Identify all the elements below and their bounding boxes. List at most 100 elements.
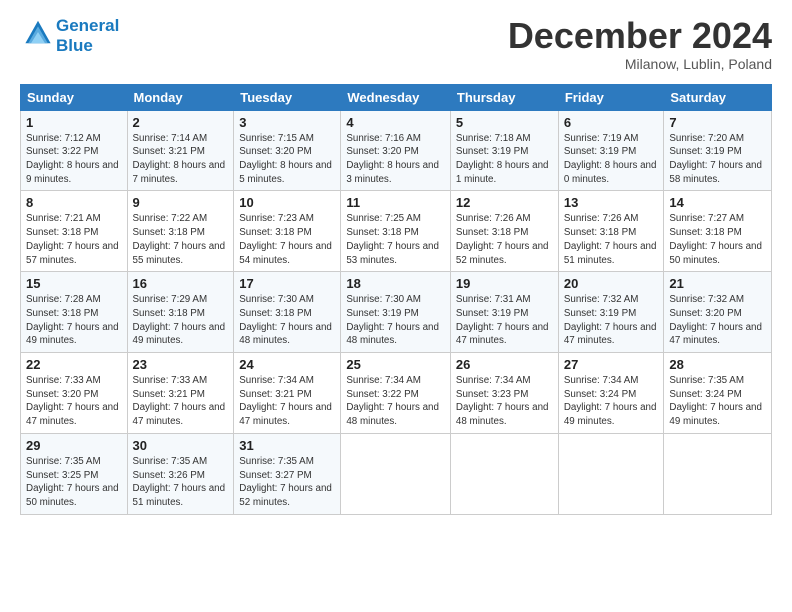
weekday-header-saturday: Saturday <box>664 84 772 110</box>
calendar-cell: 17 Sunrise: 7:30 AMSunset: 3:18 PMDayligh… <box>234 272 341 353</box>
day-number: 20 <box>564 276 659 291</box>
day-number: 14 <box>669 195 766 210</box>
weekday-header-tuesday: Tuesday <box>234 84 341 110</box>
day-info: Sunrise: 7:29 AMSunset: 3:18 PMDaylight:… <box>133 293 229 348</box>
calendar-cell: 27 Sunrise: 7:34 AMSunset: 3:24 PMDayligh… <box>558 353 664 434</box>
calendar-cell: 5Sunrise: 7:18 AMSunset: 3:19 PMDaylight… <box>450 110 558 191</box>
calendar-cell: 14 Sunrise: 7:27 AMSunset: 3:18 PMDayligh… <box>664 191 772 272</box>
calendar-cell: 21 Sunrise: 7:32 AMSunset: 3:20 PMDayligh… <box>664 272 772 353</box>
calendar-cell: 28Sunrise: 7:35 AMSunset: 3:24 PMDayligh… <box>664 353 772 434</box>
calendar-week-2: 8Sunrise: 7:21 AMSunset: 3:18 PMDaylight… <box>21 191 772 272</box>
calendar-cell: 20 Sunrise: 7:32 AMSunset: 3:19 PMDayligh… <box>558 272 664 353</box>
day-info: Sunrise: 7:23 AMSunset: 3:18 PMDaylight:… <box>239 212 335 267</box>
day-number: 7 <box>669 115 766 130</box>
day-info: Sunrise: 7:34 AMSunset: 3:22 PMDaylight:… <box>346 374 445 429</box>
calendar-table: SundayMondayTuesdayWednesdayThursdayFrid… <box>20 84 772 515</box>
day-info: Sunrise: 7:28 AMSunset: 3:18 PMDaylight:… <box>26 293 122 348</box>
day-number: 24 <box>239 357 335 372</box>
day-number: 31 <box>239 438 335 453</box>
logo-icon <box>24 18 52 46</box>
calendar-cell: 7 Sunrise: 7:20 AMSunset: 3:19 PMDaylight… <box>664 110 772 191</box>
calendar-cell: 12 Sunrise: 7:26 AMSunset: 3:18 PMDayligh… <box>450 191 558 272</box>
day-number: 25 <box>346 357 445 372</box>
day-number: 27 <box>564 357 659 372</box>
calendar-cell <box>450 433 558 514</box>
calendar-cell: 30 Sunrise: 7:35 AMSunset: 3:26 PMDayligh… <box>127 433 234 514</box>
logo-line1: General <box>56 16 119 36</box>
day-info: Sunrise: 7:21 AMSunset: 3:18 PMDaylight:… <box>26 212 122 267</box>
calendar-week-5: 29 Sunrise: 7:35 AMSunset: 3:25 PMDayligh… <box>21 433 772 514</box>
day-number: 30 <box>133 438 229 453</box>
day-info: Sunrise: 7:33 AMSunset: 3:21 PMDaylight:… <box>133 374 229 429</box>
weekday-header-sunday: Sunday <box>21 84 128 110</box>
day-number: 2 <box>133 115 229 130</box>
day-number: 6 <box>564 115 659 130</box>
day-number: 17 <box>239 276 335 291</box>
day-info: Sunrise: 7:20 AMSunset: 3:19 PMDaylight:… <box>669 132 766 187</box>
weekday-header-thursday: Thursday <box>450 84 558 110</box>
calendar-cell: 16 Sunrise: 7:29 AMSunset: 3:18 PMDayligh… <box>127 272 234 353</box>
day-info: Sunrise: 7:35 AMSunset: 3:26 PMDaylight:… <box>133 455 229 510</box>
day-info: Sunrise: 7:30 AMSunset: 3:18 PMDaylight:… <box>239 293 335 348</box>
calendar-cell: 9 Sunrise: 7:22 AMSunset: 3:18 PMDaylight… <box>127 191 234 272</box>
day-number: 26 <box>456 357 553 372</box>
calendar-week-1: 1 Sunrise: 7:12 AMSunset: 3:22 PMDaylight… <box>21 110 772 191</box>
day-info: Sunrise: 7:15 AMSunset: 3:20 PMDaylight:… <box>239 132 335 187</box>
calendar-cell: 6 Sunrise: 7:19 AMSunset: 3:19 PMDaylight… <box>558 110 664 191</box>
day-info: Sunrise: 7:32 AMSunset: 3:19 PMDaylight:… <box>564 293 659 348</box>
day-info: Sunrise: 7:35 AMSunset: 3:27 PMDaylight:… <box>239 455 335 510</box>
day-info: Sunrise: 7:30 AMSunset: 3:19 PMDaylight:… <box>346 293 445 348</box>
day-info: Sunrise: 7:19 AMSunset: 3:19 PMDaylight:… <box>564 132 659 187</box>
day-number: 12 <box>456 195 553 210</box>
day-info: Sunrise: 7:18 AMSunset: 3:19 PMDaylight:… <box>456 132 553 187</box>
day-number: 9 <box>133 195 229 210</box>
calendar-cell: 22 Sunrise: 7:33 AMSunset: 3:20 PMDayligh… <box>21 353 128 434</box>
calendar-cell <box>341 433 451 514</box>
day-number: 16 <box>133 276 229 291</box>
header: General Blue December 2024 Milanow, Lubl… <box>20 16 772 72</box>
calendar-cell <box>664 433 772 514</box>
logo: General Blue <box>20 16 119 56</box>
calendar-cell: 8Sunrise: 7:21 AMSunset: 3:18 PMDaylight… <box>21 191 128 272</box>
calendar-cell: 29 Sunrise: 7:35 AMSunset: 3:25 PMDayligh… <box>21 433 128 514</box>
calendar-cell: 24Sunrise: 7:34 AMSunset: 3:21 PMDayligh… <box>234 353 341 434</box>
day-number: 21 <box>669 276 766 291</box>
calendar-cell: 18 Sunrise: 7:30 AMSunset: 3:19 PMDayligh… <box>341 272 451 353</box>
day-info: Sunrise: 7:35 AMSunset: 3:25 PMDaylight:… <box>26 455 122 510</box>
calendar-cell: 1 Sunrise: 7:12 AMSunset: 3:22 PMDaylight… <box>21 110 128 191</box>
weekday-header-friday: Friday <box>558 84 664 110</box>
logo-line2: Blue <box>56 36 119 56</box>
day-number: 29 <box>26 438 122 453</box>
day-number: 23 <box>133 357 229 372</box>
weekday-header-row: SundayMondayTuesdayWednesdayThursdayFrid… <box>21 84 772 110</box>
day-number: 13 <box>564 195 659 210</box>
day-number: 22 <box>26 357 122 372</box>
day-info: Sunrise: 7:14 AMSunset: 3:21 PMDaylight:… <box>133 132 229 187</box>
day-number: 18 <box>346 276 445 291</box>
logo-general: General <box>56 16 119 35</box>
day-info: Sunrise: 7:16 AMSunset: 3:20 PMDaylight:… <box>346 132 445 187</box>
month-title: December 2024 <box>508 16 772 56</box>
day-info: Sunrise: 7:12 AMSunset: 3:22 PMDaylight:… <box>26 132 122 187</box>
title-block: December 2024 Milanow, Lublin, Poland <box>508 16 772 72</box>
day-info: Sunrise: 7:32 AMSunset: 3:20 PMDaylight:… <box>669 293 766 348</box>
calendar-cell: 15 Sunrise: 7:28 AMSunset: 3:18 PMDayligh… <box>21 272 128 353</box>
day-number: 28 <box>669 357 766 372</box>
day-number: 15 <box>26 276 122 291</box>
calendar-cell: 23 Sunrise: 7:33 AMSunset: 3:21 PMDayligh… <box>127 353 234 434</box>
day-info: Sunrise: 7:25 AMSunset: 3:18 PMDaylight:… <box>346 212 445 267</box>
calendar-cell: 3Sunrise: 7:15 AMSunset: 3:20 PMDaylight… <box>234 110 341 191</box>
day-info: Sunrise: 7:22 AMSunset: 3:18 PMDaylight:… <box>133 212 229 267</box>
day-number: 1 <box>26 115 122 130</box>
day-number: 11 <box>346 195 445 210</box>
calendar-cell: 11 Sunrise: 7:25 AMSunset: 3:18 PMDayligh… <box>341 191 451 272</box>
day-info: Sunrise: 7:33 AMSunset: 3:20 PMDaylight:… <box>26 374 122 429</box>
day-info: Sunrise: 7:26 AMSunset: 3:18 PMDaylight:… <box>456 212 553 267</box>
day-info: Sunrise: 7:27 AMSunset: 3:18 PMDaylight:… <box>669 212 766 267</box>
calendar-week-3: 15 Sunrise: 7:28 AMSunset: 3:18 PMDayligh… <box>21 272 772 353</box>
calendar-cell: 26Sunrise: 7:34 AMSunset: 3:23 PMDayligh… <box>450 353 558 434</box>
calendar-cell: 10Sunrise: 7:23 AMSunset: 3:18 PMDayligh… <box>234 191 341 272</box>
day-info: Sunrise: 7:34 AMSunset: 3:24 PMDaylight:… <box>564 374 659 429</box>
calendar-cell: 13Sunrise: 7:26 AMSunset: 3:18 PMDayligh… <box>558 191 664 272</box>
calendar-cell: 19Sunrise: 7:31 AMSunset: 3:19 PMDayligh… <box>450 272 558 353</box>
